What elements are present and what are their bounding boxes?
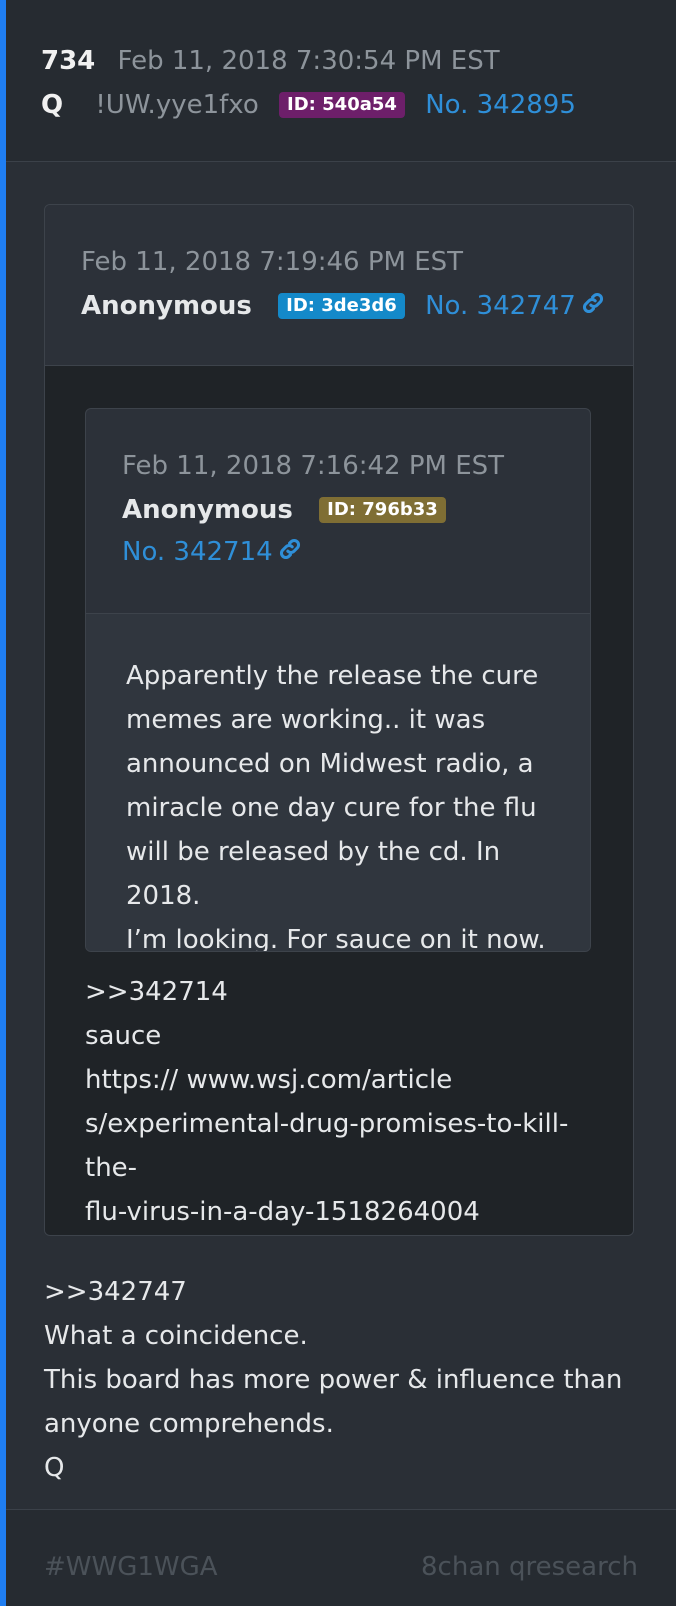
text-line: memes are working.. it was [126, 705, 486, 735]
nested-post-datetime: Feb 11, 2018 7:16:42 PM EST [122, 451, 505, 481]
quoted-post-author: Anonymous [81, 291, 252, 321]
text-line: anyone comprehends. [44, 1409, 334, 1439]
quoted-post-datetime: Feb 11, 2018 7:19:46 PM EST [81, 247, 464, 277]
nested-post-text: Apparently the release the cure memes ar… [126, 654, 566, 952]
text-line: I’m looking. For sauce on it now. [126, 925, 546, 952]
text-line: will be released by the cd. In 2018. [126, 837, 501, 911]
reply-link[interactable]: >>342714 [85, 970, 595, 1014]
nested-post-link[interactable]: No. 342714 [122, 535, 303, 571]
post-header-line1: 734 Feb 11, 2018 7:30:54 PM EST [41, 44, 500, 78]
text-line: flu-virus-in-a-day-1518264004 [85, 1197, 480, 1227]
text-line: Apparently the release the cure [126, 661, 539, 691]
post-body: >>342747 What a coincidence. This board … [44, 1270, 644, 1490]
q-post-card: 734 Feb 11, 2018 7:30:54 PM EST Q !UW.yy… [0, 0, 676, 1606]
quoted-post-header: Feb 11, 2018 7:19:46 PM EST Anonymous ID… [45, 205, 633, 366]
text-line: This board has more power & influence th… [44, 1365, 623, 1395]
nested-post-header: Feb 11, 2018 7:16:42 PM EST Anonymous ID… [86, 409, 590, 614]
quoted-post-body: Feb 11, 2018 7:16:42 PM EST Anonymous ID… [45, 366, 633, 1235]
nested-post-author: Anonymous [122, 495, 293, 525]
quoted-post: Feb 11, 2018 7:19:46 PM EST Anonymous ID… [44, 204, 634, 1236]
text-line: announced on Midwest radio, a [126, 749, 534, 779]
text-line: https:// www.wsj.com/article [85, 1065, 453, 1095]
reply-link[interactable]: >>342747 [44, 1270, 644, 1314]
tripcode: !UW.yye1fxo [95, 90, 259, 120]
quoted-post-id-badge: ID: 3de3d6 [278, 293, 405, 319]
post-id-link[interactable]: No. 342895 [425, 90, 576, 120]
nested-post-id-badge: ID: 796b33 [319, 497, 446, 523]
author-name: Q [41, 90, 64, 120]
post-number: 734 [41, 46, 96, 76]
hashtag: #WWG1WGA [44, 1552, 218, 1582]
quoted-post-text: >>342714 sauce https:// www.wsj.com/arti… [85, 970, 595, 1234]
id-badge: ID: 540a54 [279, 92, 405, 118]
text-line: miracle one day cure for the flu [126, 793, 537, 823]
nested-post-meta: Anonymous ID: 796b33 [122, 493, 446, 527]
nested-post-id: No. 342714 [122, 537, 273, 567]
link-icon [277, 536, 303, 571]
signature: Q [44, 1453, 65, 1483]
quoted-post-link[interactable]: No. 342747 [425, 291, 606, 321]
post-header-line2: Q !UW.yye1fxo ID: 540a54 No. 342895 [41, 88, 576, 122]
link-icon [580, 290, 606, 325]
post-footer: #WWG1WGA 8chan qresearch [6, 1509, 676, 1606]
post-datetime: Feb 11, 2018 7:30:54 PM EST [117, 46, 500, 76]
quoted-post-id: No. 342747 [425, 291, 576, 321]
source-label: 8chan qresearch [421, 1552, 638, 1582]
text-line: sauce [85, 1021, 162, 1051]
nested-post-body: Apparently the release the cure memes ar… [86, 614, 590, 951]
text-line: s/experimental-drug-promises-to-kill-the… [85, 1109, 569, 1183]
nested-quoted-post: Feb 11, 2018 7:16:42 PM EST Anonymous ID… [85, 408, 591, 952]
quoted-post-meta: Anonymous ID: 3de3d6 No. 342747 [81, 289, 606, 325]
post-header: 734 Feb 11, 2018 7:30:54 PM EST Q !UW.yy… [6, 0, 676, 162]
text-line: What a coincidence. [44, 1321, 308, 1351]
